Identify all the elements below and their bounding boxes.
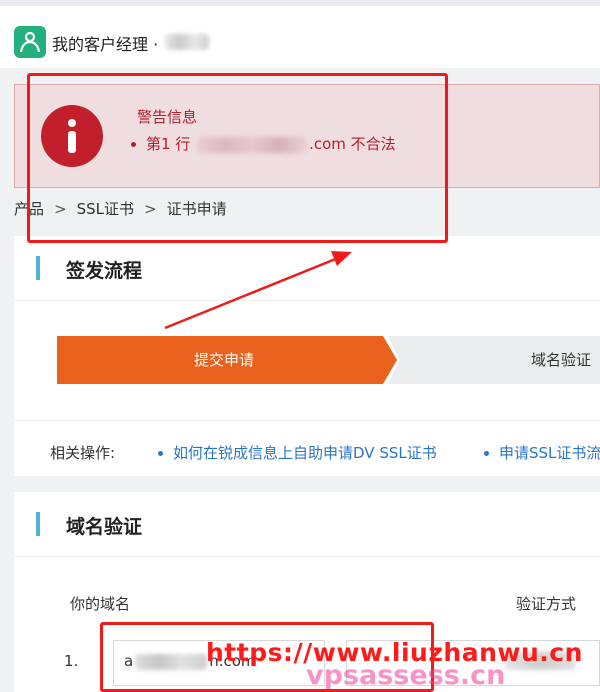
watermark: https://www.liuzhanwu.cn bbox=[206, 638, 583, 667]
annotation-arrow bbox=[164, 251, 352, 330]
